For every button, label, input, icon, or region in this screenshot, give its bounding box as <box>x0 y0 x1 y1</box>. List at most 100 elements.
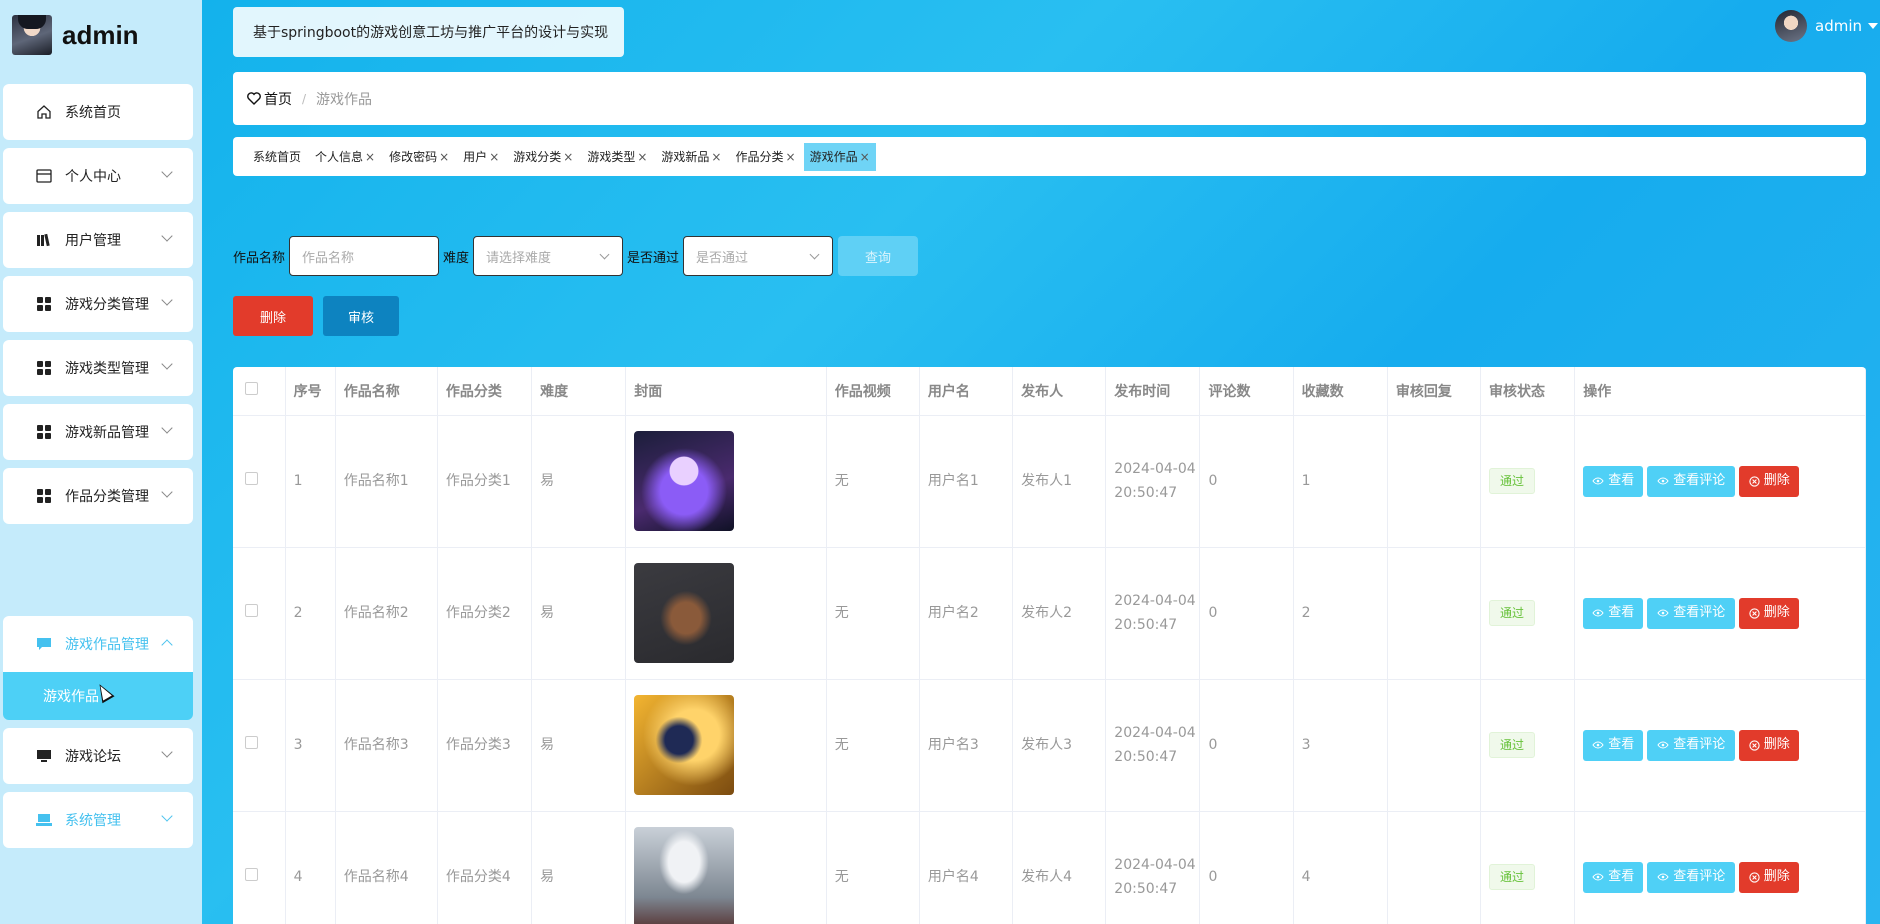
sidebar-item-game-works[interactable]: 游戏作品管理 <box>3 616 193 672</box>
sidebar-item-game-category[interactable]: 游戏分类管理 <box>3 276 193 332</box>
close-icon[interactable]: × <box>365 150 375 164</box>
close-icon[interactable]: × <box>637 150 647 164</box>
cell-comments: 0 <box>1199 547 1294 680</box>
tab-game-type[interactable]: 游戏类型 × <box>581 143 653 171</box>
close-icon[interactable]: × <box>439 150 449 164</box>
passed-placeholder: 是否通过 <box>696 250 749 266</box>
heart-icon <box>247 92 261 105</box>
user-menu[interactable]: admin <box>1775 10 1878 42</box>
view-comments-button[interactable]: 查看评论 <box>1647 465 1736 497</box>
select-all-checkbox[interactable] <box>233 367 286 416</box>
cell-status: 通过 <box>1480 679 1576 812</box>
row-delete-button[interactable]: 删除 <box>1739 729 1800 761</box>
difficulty-select[interactable]: 请选择难度 <box>473 236 624 276</box>
tab-label: 作品分类 <box>735 150 784 164</box>
view-button[interactable]: 查看 <box>1583 729 1644 761</box>
chevron-down-icon <box>161 358 173 370</box>
brand-name: admin <box>62 19 139 50</box>
view-comments-label: 查看评论 <box>1673 605 1726 620</box>
cell-index: 3 <box>285 679 336 812</box>
tab-label: 个人信息 <box>315 150 364 164</box>
column-header: 作品名称 <box>335 367 438 416</box>
eye-icon <box>1592 873 1604 881</box>
cover-image[interactable] <box>634 695 735 795</box>
tab-work-category[interactable]: 作品分类 × <box>729 143 801 171</box>
sidebar-item-work-category[interactable]: 作品分类管理 <box>3 468 193 524</box>
cover-image[interactable] <box>634 431 735 531</box>
close-circle-icon <box>1749 475 1760 487</box>
query-button[interactable]: 查询 <box>838 236 919 276</box>
home-icon <box>35 103 53 121</box>
cell-reply <box>1387 415 1482 548</box>
view-button[interactable]: 查看 <box>1583 597 1644 629</box>
cell-operations: 查看 查看评论 删除 <box>1574 811 1866 924</box>
tab-password[interactable]: 修改密码 × <box>383 143 455 171</box>
audit-button[interactable]: 审核 <box>323 296 399 336</box>
close-icon[interactable]: × <box>786 150 796 164</box>
row-delete-button[interactable]: 删除 <box>1739 465 1800 497</box>
cell-time: 2024-04-04 20:50:47 <box>1105 415 1201 548</box>
cell-time: 2024-04-04 20:50:47 <box>1105 679 1201 812</box>
view-label: 查看 <box>1608 473 1635 488</box>
chevron-down-icon <box>161 486 173 498</box>
row-checkbox[interactable] <box>233 415 286 548</box>
cover-image[interactable] <box>634 563 735 663</box>
tab-home[interactable]: 系统首页 <box>247 143 307 171</box>
row-checkbox[interactable] <box>233 547 286 680</box>
sidebar-item-game-new[interactable]: 游戏新品管理 <box>3 404 193 460</box>
column-header: 作品分类 <box>437 367 533 416</box>
user-avatar <box>1775 10 1807 42</box>
status-badge: 通过 <box>1489 732 1536 758</box>
cell-publisher: 发布人4 <box>1012 811 1107 924</box>
sidebar-item-label: 游戏分类管理 <box>65 297 149 313</box>
close-icon[interactable]: × <box>489 150 499 164</box>
close-icon[interactable]: × <box>563 150 573 164</box>
tab-user[interactable]: 用户 × <box>457 143 505 171</box>
chat-icon <box>35 635 53 653</box>
cell-video: 无 <box>826 811 920 924</box>
tab-game-works[interactable]: 游戏作品 × <box>803 142 876 171</box>
cell-favorites: 4 <box>1293 811 1388 924</box>
sidebar-item-profile[interactable]: 个人中心 <box>3 148 193 204</box>
row-delete-button[interactable]: 删除 <box>1739 597 1800 629</box>
main-area: 基于springboot的游戏创意工坊与推广平台的设计与实现 admin 首页 … <box>202 0 1880 924</box>
cell-index: 1 <box>285 415 336 548</box>
sidebar-item-home[interactable]: 系统首页 <box>3 84 193 140</box>
cell-name: 作品名称1 <box>335 415 438 548</box>
view-comments-button[interactable]: 查看评论 <box>1647 861 1736 893</box>
admin-avatar <box>12 15 52 55</box>
eye-icon <box>1592 741 1604 749</box>
cover-image[interactable] <box>634 827 735 924</box>
sidebar-item-system[interactable]: 系统管理 <box>3 792 193 848</box>
tab-profile[interactable]: 个人信息 × <box>309 143 381 171</box>
tab-game-category[interactable]: 游戏分类 × <box>507 143 579 171</box>
close-icon[interactable]: × <box>860 150 870 164</box>
view-comments-button[interactable]: 查看评论 <box>1647 729 1736 761</box>
work-name-input[interactable]: 作品名称 <box>289 236 440 276</box>
view-button[interactable]: 查看 <box>1583 861 1644 893</box>
delete-button[interactable]: 删除 <box>233 296 313 336</box>
tab-label: 用户 <box>463 150 488 164</box>
passed-select[interactable]: 是否通过 <box>683 236 834 276</box>
cell-difficulty: 易 <box>531 415 627 548</box>
row-delete-button[interactable]: 删除 <box>1739 861 1800 893</box>
close-circle-icon <box>1749 871 1760 883</box>
sidebar-item-forum[interactable]: 游戏论坛 <box>3 728 193 784</box>
table-row: 4 作品名称4 作品分类4 易 无 用户名4 发布人4 2024-04-04 2… <box>233 811 1866 924</box>
cell-status: 通过 <box>1480 811 1576 924</box>
eye-icon <box>1657 873 1669 881</box>
view-button[interactable]: 查看 <box>1583 465 1644 497</box>
view-comments-button[interactable]: 查看评论 <box>1647 597 1736 629</box>
breadcrumb-current: 游戏作品 <box>316 91 373 108</box>
tab-game-new[interactable]: 游戏新品 × <box>655 143 727 171</box>
cell-publisher: 发布人2 <box>1012 547 1107 680</box>
status-badge: 通过 <box>1489 864 1536 890</box>
sidebar-item-game-type[interactable]: 游戏类型管理 <box>3 340 193 396</box>
close-icon[interactable]: × <box>711 150 721 164</box>
work-name-placeholder: 作品名称 <box>302 250 355 266</box>
breadcrumb-home[interactable]: 首页 <box>247 89 292 109</box>
row-checkbox[interactable] <box>233 679 286 812</box>
row-checkbox[interactable] <box>233 811 286 924</box>
cell-category: 作品分类4 <box>437 811 533 924</box>
sidebar-item-users[interactable]: 用户管理 <box>3 212 193 268</box>
